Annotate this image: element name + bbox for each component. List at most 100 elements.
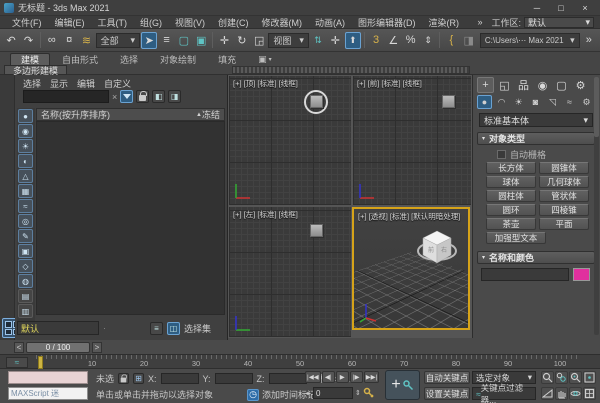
snap-toggle-3d-icon[interactable]: 3: [368, 32, 384, 49]
ribbon-tab-object-paint[interactable]: 对象绘制: [150, 53, 206, 65]
select-children-icon[interactable]: ◧: [152, 90, 165, 103]
go-to-end-button[interactable]: ▶▶|: [364, 371, 380, 383]
auto-key-button[interactable]: 自动关键点: [424, 371, 470, 384]
orbit-icon[interactable]: [569, 387, 582, 400]
go-to-start-button[interactable]: |◀◀: [305, 371, 321, 383]
filter-materials-icon[interactable]: ◍: [18, 274, 33, 288]
viewcube-icon[interactable]: [442, 95, 455, 108]
ribbon-subtab-polygon-modeling[interactable]: 多边形建模: [4, 65, 67, 75]
selection-filter-dropdown[interactable]: 全部 ▾: [96, 33, 140, 48]
button-geosphere[interactable]: 几何球体: [539, 176, 589, 188]
filter-cameras-icon[interactable]: ◐: [18, 154, 33, 168]
button-teapot[interactable]: 茶壶: [486, 218, 536, 230]
viewport-left-label[interactable]: [+] [左] [标准] [线框]: [233, 209, 298, 220]
filter-bones-icon[interactable]: ▣: [18, 244, 33, 258]
filter-layers-icon[interactable]: ▤: [18, 289, 33, 303]
undo-icon[interactable]: ↶: [3, 32, 19, 49]
object-name-input[interactable]: [481, 268, 569, 281]
named-selection-sets-icon[interactable]: {: [443, 32, 459, 49]
key-filters-button[interactable]: ≈ 关键点过滤器...: [472, 387, 536, 400]
rollout-name-color[interactable]: ▾ 名称和颜色: [477, 251, 595, 264]
play-button[interactable]: ▶: [336, 371, 349, 383]
field-of-view-icon[interactable]: [541, 387, 554, 400]
column-frozen[interactable]: 冻结: [202, 108, 220, 121]
title-bar[interactable]: 无标题 - 3ds Max 2021 ─ □ ×: [0, 0, 600, 16]
select-influences-icon[interactable]: ◨: [168, 90, 181, 103]
viewcube-icon[interactable]: 前 右: [414, 221, 460, 267]
filter-space-warps-icon[interactable]: ≈: [18, 199, 33, 213]
project-folder-dropdown[interactable]: C:\Users\⋯ Max 2021 ▾: [480, 33, 580, 48]
edit-named-sets-icon[interactable]: ≡: [150, 322, 163, 335]
next-frame-button[interactable]: |▶: [350, 371, 363, 383]
track-bar[interactable]: ≈ 10 20 30 40 50 60 70 80 90 100: [0, 354, 600, 369]
filter-helpers-icon[interactable]: △: [18, 169, 33, 183]
button-tube[interactable]: 管状体: [539, 190, 589, 202]
button-pyramid[interactable]: 四棱锥: [539, 204, 589, 216]
zoom-extents-icon[interactable]: [569, 371, 582, 384]
viewcube-icon[interactable]: [310, 224, 323, 237]
current-frame-field[interactable]: [313, 387, 353, 399]
maximize-button[interactable]: □: [550, 1, 572, 14]
viewport-perspective-active[interactable]: [+] [透视] [标准] [默认明暗处理] 前 右: [352, 207, 470, 330]
maxscript-listener-label[interactable]: MAXScript 迷: [8, 387, 88, 400]
primitive-type-dropdown[interactable]: 标准基本体 ▾: [479, 113, 593, 127]
maximize-viewport-icon[interactable]: [583, 387, 596, 400]
spinner-snap-icon[interactable]: ⇕: [420, 32, 436, 49]
menu-views[interactable]: 视图(V): [169, 16, 211, 29]
filter-misc-icon[interactable]: ▥: [18, 304, 33, 318]
redo-icon[interactable]: ↷: [20, 32, 36, 49]
filter-groups-icon[interactable]: ◎: [18, 214, 33, 228]
toolbar-overflow-chevron[interactable]: »: [581, 32, 597, 49]
button-cone[interactable]: 圆锥体: [539, 162, 589, 174]
category-systems-icon[interactable]: ⚙: [579, 95, 594, 109]
viewport-left[interactable]: [+] [左] [标准] [线框]: [229, 207, 351, 337]
category-helpers-icon[interactable]: ◹: [545, 95, 560, 109]
select-and-link-icon[interactable]: ∞: [44, 32, 60, 49]
window-crossing-icon[interactable]: ▣: [193, 32, 209, 49]
filter-containers-icon[interactable]: ◇: [18, 259, 33, 273]
viewcube-icon[interactable]: [310, 95, 323, 108]
x-coordinate-field[interactable]: [161, 373, 199, 384]
select-and-move-icon[interactable]: ✛: [216, 32, 232, 49]
filter-geometry-icon[interactable]: ◉: [18, 124, 33, 138]
select-and-place-icon[interactable]: ⬆: [345, 32, 361, 49]
rollout-object-type[interactable]: ▾ 对象类型: [477, 132, 595, 145]
selection-set-dropdown[interactable]: 默认: [17, 321, 99, 335]
menu-file[interactable]: 文件(F): [6, 16, 48, 29]
ribbon-tab-freeform[interactable]: 自由形式: [52, 53, 108, 65]
viewport-front-label[interactable]: [+] [前] [标准] [线框]: [357, 78, 422, 89]
use-pivot-center-icon[interactable]: ⇅: [310, 32, 326, 49]
filter-shapes-icon[interactable]: ▦: [18, 184, 33, 198]
filter-icon[interactable]: [120, 90, 133, 103]
filter-lights-icon[interactable]: ☀: [18, 139, 33, 153]
button-box[interactable]: 长方体: [486, 162, 536, 174]
rectangular-selection-region-icon[interactable]: ▢: [176, 32, 192, 49]
lock-icon[interactable]: [136, 90, 149, 103]
select-object-icon[interactable]: ➤: [141, 32, 157, 49]
menu-modifiers[interactable]: 修改器(M): [256, 16, 309, 29]
tab-utilities[interactable]: ⚙: [572, 77, 589, 93]
select-and-scale-icon[interactable]: ◲: [251, 32, 267, 49]
object-color-swatch[interactable]: [573, 268, 590, 281]
isolate-selection-icon[interactable]: ◫: [167, 322, 180, 335]
menu-group[interactable]: 组(G): [134, 16, 168, 29]
previous-frame-button[interactable]: <: [14, 342, 24, 353]
set-key-button[interactable]: 设置关键点: [424, 387, 470, 400]
explorer-menu-customize[interactable]: 自定义: [104, 77, 131, 90]
maxscript-mini-listener[interactable]: [8, 371, 88, 384]
track-bar-ruler[interactable]: 10 20 30 40 50 60 70 80 90 100: [36, 355, 580, 370]
close-button[interactable]: ×: [574, 1, 596, 14]
angle-snap-icon[interactable]: ∠: [385, 32, 401, 49]
scene-object-list[interactable]: [36, 121, 225, 315]
key-mode-toggle-icon[interactable]: [363, 387, 375, 399]
ribbon-tab-populate[interactable]: 填充: [208, 53, 246, 65]
ribbon-collapsed-strip[interactable]: [232, 66, 470, 74]
menu-edit[interactable]: 编辑(E): [49, 16, 91, 29]
unlink-selection-icon[interactable]: ¤: [61, 32, 77, 49]
previous-frame-button[interactable]: ◀|: [322, 371, 335, 383]
selection-lock-icon[interactable]: [118, 373, 129, 384]
explorer-column-header[interactable]: 名称(按升序排序) ▲ 冻结: [36, 108, 225, 121]
tab-display[interactable]: ▢: [553, 77, 570, 93]
clear-search-icon[interactable]: ×: [112, 92, 117, 102]
ribbon-menu-icon[interactable]: ▣▾: [248, 53, 282, 65]
